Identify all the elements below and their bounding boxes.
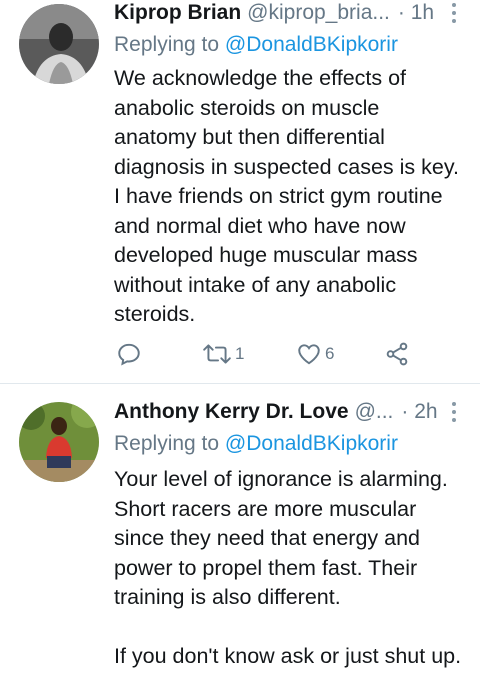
tweet-time[interactable]: · 2h xyxy=(401,400,437,424)
reply-button[interactable] xyxy=(116,339,142,369)
mention-link[interactable]: @DonaldBKipkorir xyxy=(225,432,398,455)
retweet-icon xyxy=(203,344,231,364)
like-count: 6 xyxy=(325,344,335,363)
like-icon xyxy=(298,344,320,365)
mention-link[interactable]: @DonaldBKipkorir xyxy=(225,33,398,56)
share-button[interactable] xyxy=(384,339,410,369)
replying-to-label: Replying to xyxy=(114,432,225,455)
replying-to: Replying to @DonaldBKipkorir xyxy=(114,432,398,456)
like-button[interactable]: 6 xyxy=(296,339,334,369)
replying-to: Replying to @DonaldBKipkorir xyxy=(114,33,398,57)
reply-icon xyxy=(118,343,140,366)
tweet-text: We acknowledge the effects of anabolic s… xyxy=(114,66,465,326)
tweet-header: Kiprop Brian @kiprop_bria... · 1h xyxy=(114,0,462,28)
more-options-icon[interactable] xyxy=(446,0,462,26)
author-handle[interactable]: @... xyxy=(355,400,394,424)
avatar-photo xyxy=(19,4,99,84)
retweet-count: 1 xyxy=(235,344,245,363)
tweet[interactable]: Anthony Kerry Dr. Love @... · 2h Replyin… xyxy=(0,384,480,697)
more-options-icon[interactable] xyxy=(446,399,462,425)
avatar[interactable] xyxy=(19,402,99,482)
avatar-photo xyxy=(19,402,99,482)
tweet-actions: 1 6 xyxy=(114,339,414,369)
author-name[interactable]: Kiprop Brian xyxy=(114,1,241,25)
replying-to-label: Replying to xyxy=(114,33,225,56)
retweet-button[interactable]: 1 xyxy=(202,339,244,369)
share-icon xyxy=(386,342,408,366)
tweet-time[interactable]: · 1h xyxy=(398,1,434,25)
tweet-text: Your level of ignorance is alarming. Sho… xyxy=(114,467,462,668)
avatar[interactable] xyxy=(19,4,99,84)
author-handle[interactable]: @kiprop_bria... xyxy=(247,1,390,25)
author-name[interactable]: Anthony Kerry Dr. Love xyxy=(114,400,349,424)
tweet[interactable]: Kiprop Brian @kiprop_bria... · 1h Replyi… xyxy=(0,0,480,383)
tweet-header: Anthony Kerry Dr. Love @... · 2h xyxy=(114,397,462,427)
